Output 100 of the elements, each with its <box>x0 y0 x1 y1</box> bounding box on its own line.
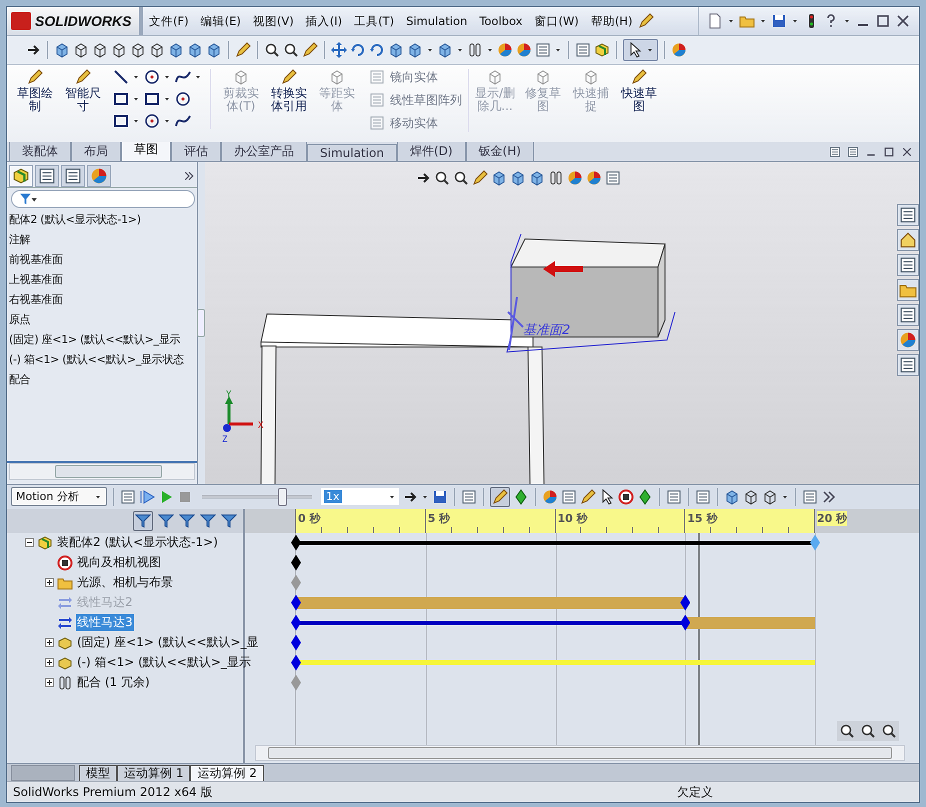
task-pane-tab-icon[interactable] <box>897 229 919 252</box>
tree-item[interactable]: 装配体2 (默认<显示状态-1>) <box>56 534 219 552</box>
view-orientation-icon[interactable] <box>54 42 70 58</box>
caret-icon[interactable] <box>843 17 851 25</box>
expand-toggle[interactable] <box>45 658 54 668</box>
view-orientation-icon[interactable] <box>168 42 184 58</box>
zoom-out-icon[interactable] <box>881 723 897 740</box>
motion-tool-icon[interactable] <box>561 488 577 505</box>
filter-field[interactable] <box>11 190 195 208</box>
view-orientation-icon[interactable] <box>149 42 165 58</box>
zoom-to-fit-icon[interactable] <box>839 723 855 740</box>
study-tab[interactable]: 运动算例 1 <box>117 765 190 782</box>
sketch-tool-icon[interactable] <box>113 112 129 129</box>
study-type-dropdown[interactable]: Motion 分析 <box>11 487 107 506</box>
filter-icon[interactable] <box>200 512 216 529</box>
menu-item[interactable]: 编辑(E) <box>194 14 247 28</box>
sketch-tool-icon[interactable] <box>113 68 129 85</box>
study-tab[interactable]: 运动算例 2 <box>190 765 264 782</box>
expand-toggle[interactable] <box>45 678 54 688</box>
appearance-ball-icon[interactable] <box>671 42 687 58</box>
tree-item[interactable]: 前视基准面 <box>7 250 197 270</box>
view-tool-icon[interactable] <box>529 170 545 186</box>
view-tool-icon[interactable] <box>453 170 469 186</box>
zoom-icon[interactable] <box>283 42 299 58</box>
cube-icon[interactable] <box>437 42 453 58</box>
horizontal-scrollbar[interactable] <box>255 745 905 762</box>
menu-item[interactable]: Simulation <box>400 14 474 28</box>
collapse-icon[interactable] <box>821 488 837 505</box>
playback-speed-dropdown[interactable]: 1x <box>321 488 399 506</box>
add-key-icon[interactable] <box>513 488 529 505</box>
view-tool-icon[interactable] <box>548 170 564 186</box>
motion-tool-icon[interactable] <box>618 488 634 505</box>
key-point[interactable] <box>291 614 301 631</box>
tab[interactable]: 评估 <box>171 141 221 162</box>
key-point[interactable] <box>291 654 301 671</box>
appearance-ball-icon[interactable] <box>497 42 513 58</box>
task-pane-tab-icon[interactable] <box>897 354 919 376</box>
task-pane-tab-icon[interactable] <box>897 279 919 302</box>
tab[interactable]: 钣金(H) <box>466 141 534 162</box>
select-button[interactable] <box>623 38 658 61</box>
pan-icon[interactable] <box>331 42 347 58</box>
tab[interactable]: 布局 <box>71 141 121 162</box>
menu-item[interactable]: 工具(T) <box>348 14 400 28</box>
view-tool-icon[interactable] <box>491 170 507 186</box>
view-tool-icon[interactable] <box>605 170 621 186</box>
tree-item[interactable]: 配合 <box>7 370 197 390</box>
tree-item[interactable]: (固定) 座<1> (默认<<默认>_显示 <box>7 330 197 350</box>
view-tool-icon[interactable] <box>472 170 488 186</box>
tree-item[interactable]: 右视基准面 <box>7 290 197 310</box>
tab[interactable]: 办公室产品 <box>221 141 307 162</box>
view-tool-icon[interactable] <box>434 170 450 186</box>
motion-tool-icon[interactable] <box>743 488 759 505</box>
tab[interactable]: 焊件(D) <box>396 141 466 162</box>
tree-item[interactable]: 线性马达3 <box>76 614 134 632</box>
slider-thumb[interactable] <box>278 488 288 506</box>
filter-icon[interactable] <box>221 512 237 529</box>
view-orientation-icon[interactable] <box>92 42 108 58</box>
study-tab[interactable]: 模型 <box>79 765 117 782</box>
rotate-icon[interactable] <box>350 42 366 58</box>
task-pane-tab-icon[interactable] <box>897 204 919 226</box>
view-orientation-icon[interactable] <box>187 42 203 58</box>
motion-tool-icon[interactable] <box>762 488 778 505</box>
tab[interactable]: 装配体 <box>9 141 71 162</box>
pencil-icon[interactable] <box>235 42 251 58</box>
save-icon[interactable] <box>432 488 448 505</box>
sketch-tool-icon[interactable] <box>175 112 191 129</box>
sketch-tool-icon[interactable] <box>175 90 191 107</box>
filter-icon[interactable] <box>158 512 174 529</box>
ribbon-button[interactable]: 智能尺寸 <box>61 68 105 113</box>
pencil-icon[interactable] <box>302 42 318 58</box>
expand-toggle[interactable] <box>45 638 54 648</box>
task-pane-tab-icon[interactable] <box>897 304 919 326</box>
menu-item[interactable]: 帮助(H) <box>584 14 638 28</box>
collapse-toggle[interactable] <box>25 538 34 548</box>
close-icon[interactable] <box>901 146 913 158</box>
view-orientation-icon[interactable] <box>206 42 222 58</box>
menu-item[interactable]: 视图(V) <box>246 14 300 28</box>
view-tool-icon[interactable] <box>510 170 526 186</box>
cube-icon[interactable] <box>388 42 404 58</box>
tree-item[interactable]: (固定) 座<1> (默认<<默认>_显 <box>76 634 260 652</box>
ribbon-button[interactable]: 快速草图 <box>617 68 661 113</box>
feature-tree-tab-icon[interactable] <box>9 165 33 188</box>
caret-icon[interactable] <box>791 17 799 25</box>
tree-item[interactable]: 原点 <box>7 310 197 330</box>
task-pane-tab-icon[interactable] <box>897 254 919 276</box>
expand-icon[interactable] <box>183 170 195 182</box>
panel-collapse-handle[interactable] <box>197 309 205 338</box>
zoom-in-icon[interactable] <box>860 723 876 740</box>
view-orientation-icon[interactable] <box>73 42 89 58</box>
filter-button[interactable] <box>133 510 153 531</box>
autokey-button[interactable] <box>490 486 510 507</box>
maximize-icon[interactable] <box>875 13 891 29</box>
save-icon[interactable] <box>771 13 787 29</box>
menu-item[interactable]: Toolbox <box>473 14 528 28</box>
play-from-start-icon[interactable] <box>139 488 155 505</box>
ribbon-button[interactable]: 转换实体引用 <box>267 68 311 113</box>
ribbon-button[interactable]: 草图绘制 <box>13 68 57 113</box>
key-point[interactable] <box>291 554 301 571</box>
time-cursor[interactable] <box>698 532 700 746</box>
tree-item[interactable]: 上视基准面 <box>7 270 197 290</box>
